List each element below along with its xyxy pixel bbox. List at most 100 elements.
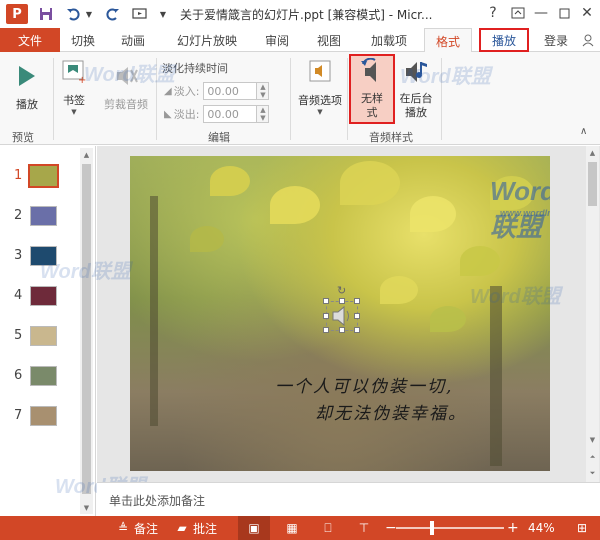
thumbnail-item[interactable]: 7 xyxy=(0,404,80,430)
fit-slide-button[interactable]: ⊞ xyxy=(574,516,590,540)
fade-out-input[interactable]: 00.00 xyxy=(203,105,258,123)
zoom-out-button[interactable]: − xyxy=(385,516,397,540)
play-in-background-button[interactable]: 在后台播放 xyxy=(396,58,436,120)
scroll-up-icon[interactable]: ▲ xyxy=(586,146,599,159)
audio-options-icon xyxy=(306,58,334,86)
selection-handle[interactable] xyxy=(354,327,360,333)
slide-quote-line-1[interactable]: 一个人可以伪装一切, xyxy=(275,372,453,397)
scroll-down-icon[interactable]: ▼ xyxy=(80,501,93,514)
fade-out-label: 淡出: xyxy=(173,108,200,121)
normal-view-icon: ▣ xyxy=(248,521,260,535)
tab-playback[interactable]: 播放 xyxy=(479,28,529,52)
slide-canvas[interactable]: ↻ 一个人可以伪装一切, 却无法伪装幸福。 Word联盟 www.wordlm.… xyxy=(130,156,550,471)
rotate-handle-icon[interactable]: ↻ xyxy=(337,284,346,297)
leaf-decoration xyxy=(340,161,400,205)
zoom-in-button[interactable]: + xyxy=(507,516,519,540)
help-icon[interactable]: ? xyxy=(482,2,504,24)
start-from-beginning-icon[interactable] xyxy=(130,4,150,24)
selection-handle[interactable] xyxy=(339,327,345,333)
fade-out-spinner[interactable]: ▲ ▼ xyxy=(257,105,270,123)
thumbnail-scrollbar[interactable]: ▲ ▼ xyxy=(80,148,93,514)
leaf-decoration xyxy=(490,176,534,210)
tab-review[interactable]: 审阅 xyxy=(257,28,297,52)
thumbnail-image xyxy=(28,164,59,188)
slide-sorter-view-button[interactable]: ▦ xyxy=(284,516,300,540)
selection-handle[interactable] xyxy=(323,327,329,333)
audio-object[interactable]: ↻ xyxy=(323,284,360,333)
next-slide-icon[interactable]: ⏷ xyxy=(586,467,599,480)
normal-view-button[interactable]: ▣ xyxy=(238,516,270,540)
slide-thumbnail-pane: 1 2 3 4 5 6 7 ▲ ▼ xyxy=(0,146,96,516)
thumbnail-item[interactable]: 3 xyxy=(0,244,80,270)
thumbnail-number: 6 xyxy=(14,368,23,383)
notes-toggle-button[interactable]: ≜ 备注 xyxy=(115,516,158,540)
undo-icon[interactable] xyxy=(64,4,84,24)
thumbnail-item[interactable]: 6 xyxy=(0,364,80,390)
bookmark-button[interactable]: + 书签 ▼ xyxy=(57,58,91,116)
slideshow-view-button[interactable]: ⊤ xyxy=(356,516,372,540)
tab-addins[interactable]: 加载项 xyxy=(364,28,414,52)
comments-toggle-button[interactable]: ▰ 批注 xyxy=(174,516,217,540)
thumbnail-number: 3 xyxy=(14,248,23,263)
play-button[interactable]: 播放 xyxy=(10,62,44,112)
leaf-decoration xyxy=(460,246,500,276)
tab-slideshow[interactable]: 幻灯片放映 xyxy=(170,28,244,52)
powerpoint-logo-icon: P xyxy=(6,4,28,24)
previous-slide-icon[interactable]: ⏶ xyxy=(586,451,599,464)
account-avatar-icon[interactable] xyxy=(578,28,598,52)
bookmark-button-label: 书签 xyxy=(63,94,85,107)
ribbon-display-options-icon[interactable] xyxy=(507,2,529,24)
fade-in-input[interactable]: 00.00 xyxy=(203,82,258,100)
save-icon[interactable] xyxy=(36,4,56,24)
audio-options-button[interactable]: 音频选项 ▼ xyxy=(294,58,346,116)
collapse-ribbon-icon[interactable]: ∧ xyxy=(580,126,587,137)
scroll-thumb[interactable] xyxy=(588,162,597,206)
tab-animations[interactable]: 动画 xyxy=(113,28,153,52)
no-style-button[interactable]: 无样式 xyxy=(351,58,393,120)
zoom-slider[interactable] xyxy=(396,527,504,529)
slide-scrollbar[interactable]: ▲ ▼ ⏶ ⏷ xyxy=(586,146,599,482)
notes-placeholder: 单击此处添加备注 xyxy=(109,494,206,508)
maximize-icon[interactable] xyxy=(553,2,575,24)
selection-handle[interactable] xyxy=(354,313,360,319)
scroll-down-icon[interactable]: ▼ xyxy=(586,433,599,446)
tab-view[interactable]: 视图 xyxy=(309,28,349,52)
selection-handle[interactable] xyxy=(339,298,345,304)
close-icon[interactable]: ✕ xyxy=(576,2,598,24)
tab-transitions[interactable]: 切换 xyxy=(63,28,103,52)
thumbnail-item[interactable]: 5 xyxy=(0,324,80,350)
zoom-slider-thumb[interactable] xyxy=(429,521,434,535)
notes-toggle-label: 备注 xyxy=(134,521,159,536)
minimize-icon[interactable]: — xyxy=(530,2,552,24)
play-button-label: 播放 xyxy=(16,98,38,111)
notes-pane[interactable]: 单击此处添加备注 xyxy=(97,482,600,516)
login-link[interactable]: 登录 xyxy=(536,28,576,52)
fade-in-spinner[interactable]: ▲ ▼ xyxy=(257,82,270,100)
comments-toggle-label: 批注 xyxy=(193,521,218,536)
slide-quote-line-2[interactable]: 却无法伪装幸福。 xyxy=(315,399,467,424)
redo-icon[interactable] xyxy=(102,4,122,24)
tree-trunk-decoration xyxy=(150,196,158,426)
speaker-icon xyxy=(332,305,349,327)
bookmark-icon: + xyxy=(60,58,88,86)
reading-view-button[interactable]: ⎕ xyxy=(320,516,336,540)
scroll-thumb[interactable] xyxy=(82,164,91,494)
thumbnail-item[interactable]: 4 xyxy=(0,284,80,310)
fade-duration-label: 淡化持续时间 xyxy=(162,60,228,76)
customize-toolbar-chevron-down-icon[interactable]: ▼ xyxy=(158,4,168,24)
group-separator xyxy=(441,58,442,140)
selection-handle[interactable] xyxy=(323,313,329,319)
ribbon-playback: 播放 预览 + 书签 ▼ 剪裁音频 淡化持续时间 ◢ 淡入: 00.00 ▲ ▼ … xyxy=(0,52,600,145)
scroll-up-icon[interactable]: ▲ xyxy=(80,148,93,161)
selection-handle[interactable] xyxy=(323,298,329,304)
tree-trunk-decoration xyxy=(490,286,502,466)
zoom-level[interactable]: 44% xyxy=(528,516,555,540)
trim-audio-button[interactable]: 剪裁音频 xyxy=(98,62,154,112)
undo-dropdown-chevron-down-icon[interactable]: ▼ xyxy=(84,4,94,24)
selection-handle[interactable] xyxy=(354,298,360,304)
tab-format[interactable]: 格式 xyxy=(424,28,472,53)
fit-to-window-icon: ⊞ xyxy=(576,521,588,535)
tab-file[interactable]: 文件 xyxy=(0,28,60,52)
thumbnail-item[interactable]: 1 xyxy=(0,164,80,190)
thumbnail-item[interactable]: 2 xyxy=(0,204,80,230)
